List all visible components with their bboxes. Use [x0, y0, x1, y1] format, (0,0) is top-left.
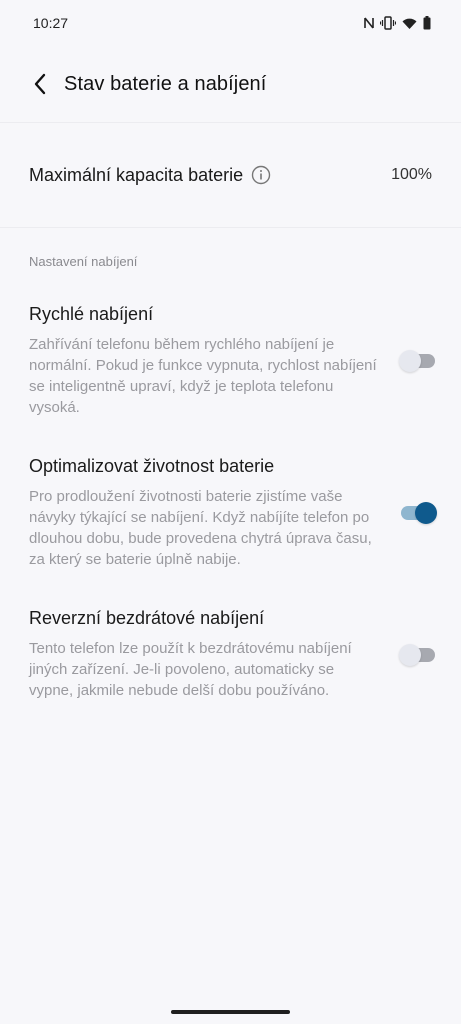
back-button[interactable] — [28, 72, 52, 96]
battery-capacity-row: Maximální kapacita baterie 100% — [0, 123, 461, 227]
nfc-icon — [364, 16, 374, 30]
optimize-battery-toggle[interactable] — [399, 501, 437, 525]
setting-description: Tento telefon lze použít k bezdrátovému … — [29, 640, 352, 699]
reverse-wireless-toggle[interactable] — [399, 643, 437, 667]
back-arrow-icon — [34, 73, 46, 95]
info-icon[interactable] — [251, 165, 271, 185]
setting-description: Pro prodloužení životnosti baterie zjist… — [29, 488, 372, 568]
setting-description: Zahřívání telefonu během rychlého nabíje… — [29, 336, 377, 416]
section-header: Nastavení nabíjení — [29, 254, 138, 269]
setting-title: Optimalizovat životnost baterie — [29, 456, 275, 476]
setting-title: Rychlé nabíjení — [29, 304, 154, 324]
setting-reverse-wireless[interactable]: Reverzní bezdrátové nabíjení Tento telef… — [0, 608, 461, 701]
capacity-label: Maximální kapacita baterie — [29, 164, 244, 185]
battery-icon — [423, 16, 431, 30]
capacity-value: 100% — [391, 166, 432, 183]
app-header: Stav baterie a nabíjení — [0, 46, 461, 122]
setting-title: Reverzní bezdrátové nabíjení — [29, 608, 265, 628]
vibrate-icon — [380, 16, 396, 30]
toggle-knob — [415, 502, 437, 524]
fast-charging-toggle[interactable] — [399, 349, 437, 373]
home-indicator[interactable] — [171, 1010, 290, 1014]
setting-optimize-battery[interactable]: Optimalizovat životnost baterie Pro prod… — [0, 456, 461, 570]
status-bar: 10:27 — [0, 0, 461, 46]
setting-fast-charging[interactable]: Rychlé nabíjení Zahřívání telefonu během… — [0, 304, 461, 418]
wifi-icon — [402, 17, 417, 30]
page-title: Stav baterie a nabíjení — [64, 72, 267, 95]
status-icons — [364, 16, 431, 30]
toggle-knob — [399, 350, 421, 372]
status-time: 10:27 — [33, 15, 69, 31]
toggle-knob — [399, 643, 421, 666]
